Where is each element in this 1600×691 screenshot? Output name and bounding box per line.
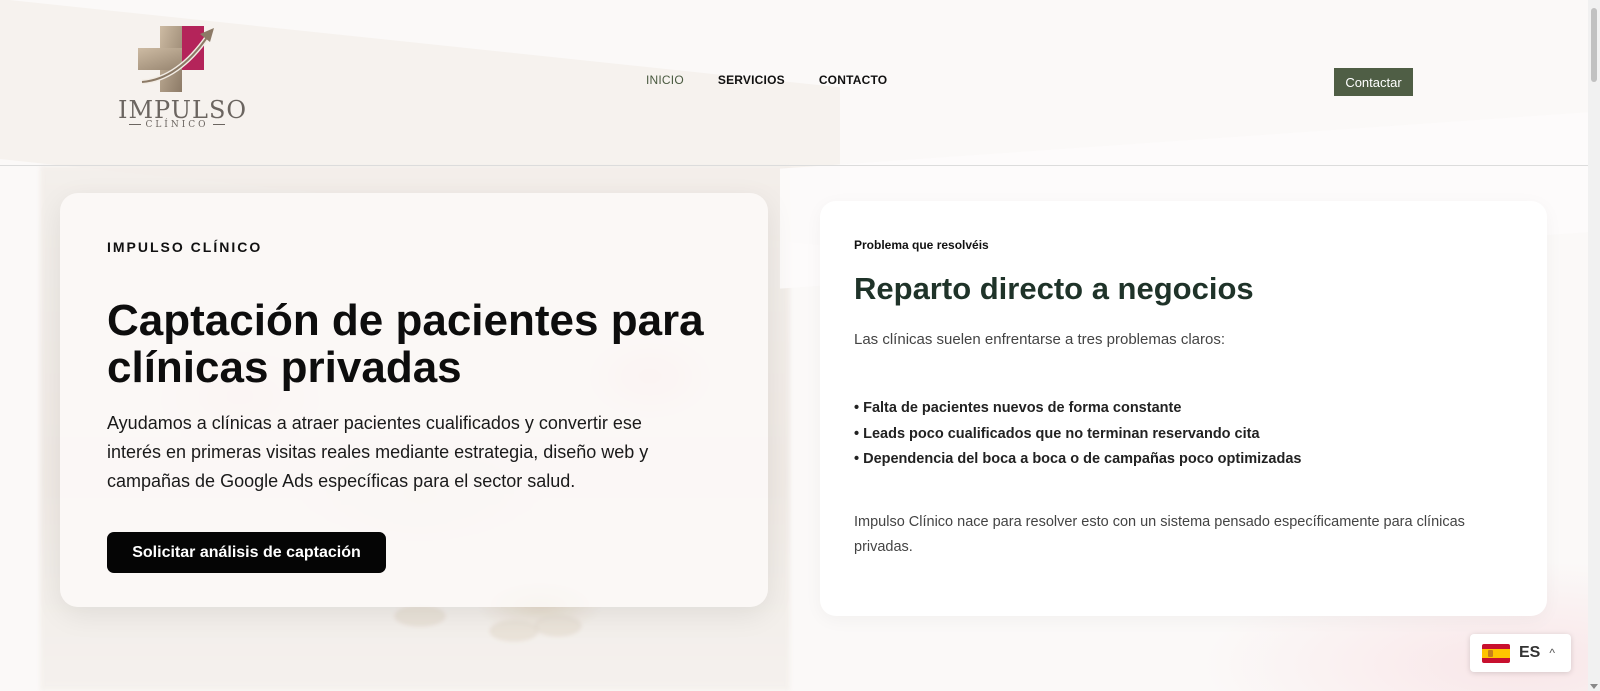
main-nav: INICIO SERVICIOS CONTACTO [646,73,887,87]
language-switcher[interactable]: ES ^ [1470,634,1571,672]
hero-eyebrow: IMPULSO CLÍNICO [107,239,263,255]
hero-card: IMPULSO CLÍNICO Captación de pacientes p… [60,193,768,607]
problem-list: • Falta de pacientes nuevos de forma con… [854,396,1301,473]
request-analysis-button[interactable]: Solicitar análisis de captación [107,532,386,573]
page-scrollbar[interactable] [1588,0,1600,691]
list-item: • Leads poco cualificados que no termina… [854,425,1260,442]
scrollbar-thumb[interactable] [1591,8,1597,82]
problem-eyebrow: Problema que resolvéis [854,238,989,252]
pill-decoration [490,621,538,641]
divider [212,124,225,125]
nav-item-contacto[interactable]: CONTACTO [819,73,888,87]
chevron-up-icon: ^ [1549,646,1555,660]
language-code: ES [1519,644,1541,661]
site-header: IMPULSO CLÍNICO INICIO SERVICIOS CONTACT… [0,0,1588,166]
problem-card: Problema que resolvéis Reparto directo a… [820,201,1547,616]
problem-title: Reparto directo a negocios [854,271,1254,306]
pill-decoration [395,606,445,626]
hero-title: Captación de pacientes para clínicas pri… [107,296,704,392]
medical-cross-logo-icon [138,26,214,92]
scroll-down-arrow-icon[interactable] [1590,684,1598,689]
pill-decoration [535,616,581,636]
spain-flag-icon [1482,643,1510,663]
problem-outro: Impulso Clínico nace para resolver esto … [854,514,1465,555]
divider [129,124,142,125]
nav-item-servicios[interactable]: SERVICIOS [718,73,785,87]
contact-button[interactable]: Contactar [1334,68,1413,96]
list-item: • Falta de pacientes nuevos de forma con… [854,400,1182,416]
nav-item-inicio[interactable]: INICIO [646,73,684,87]
brand-subtitle: CLÍNICO [118,120,236,130]
brand-logo[interactable]: IMPULSO CLÍNICO [118,22,246,134]
brand-subtitle-text: CLÍNICO [145,120,209,130]
hero-description: Ayudamos a clínicas a atraer pacientes c… [107,413,649,491]
list-item: • Dependencia del boca a boca o de campa… [854,451,1302,467]
problem-intro: Las clínicas suelen enfrentarse a tres p… [854,331,1226,348]
